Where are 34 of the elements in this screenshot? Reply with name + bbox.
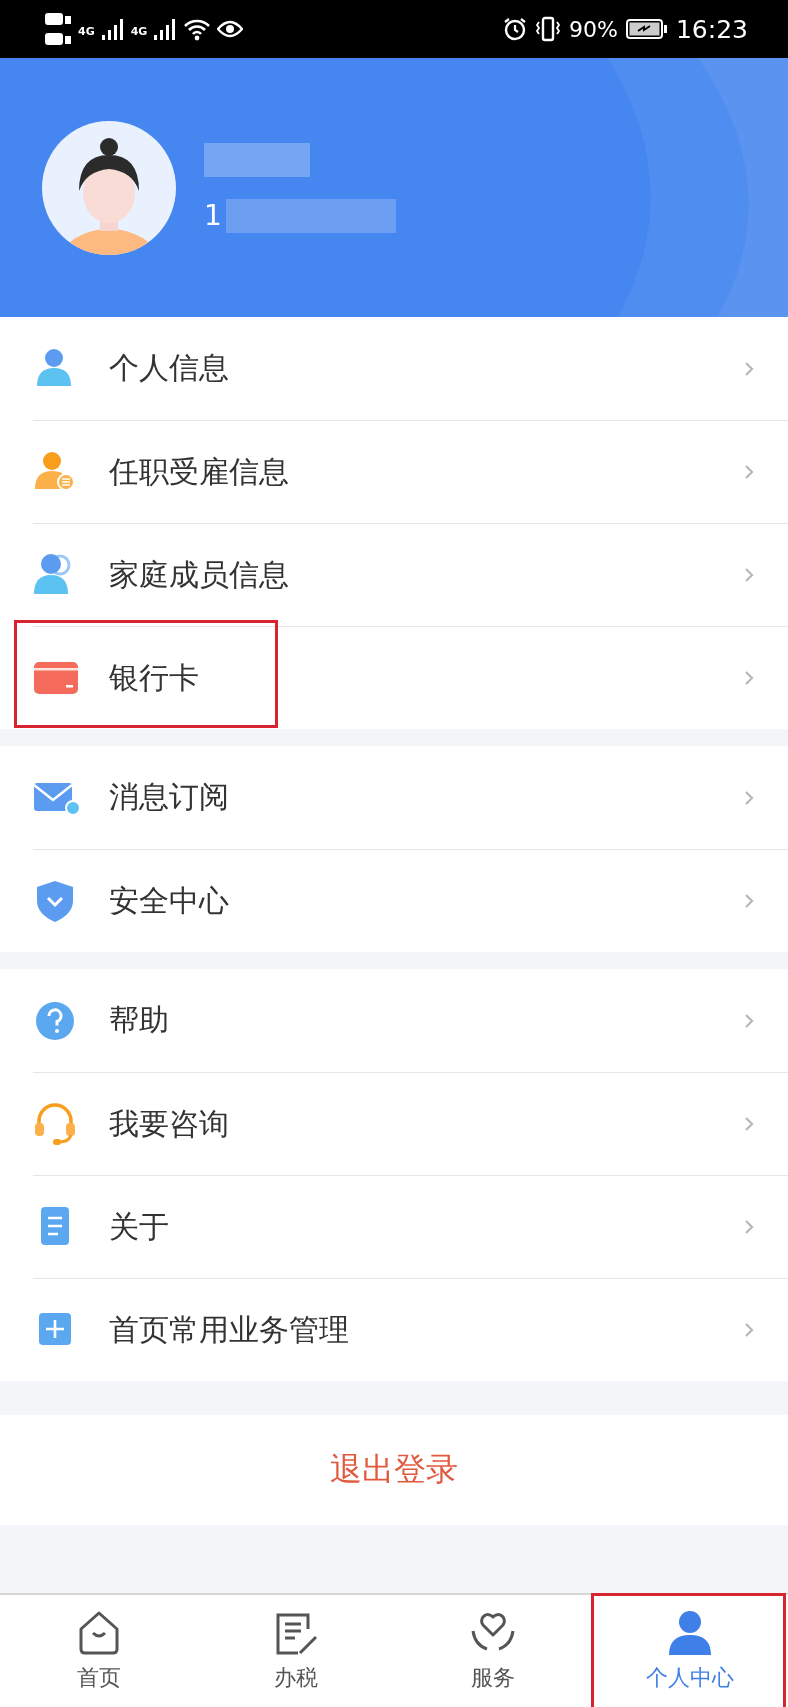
tab-label: 办税	[273, 1664, 318, 1692]
menu-item[interactable]: 任职受雇信息	[0, 420, 788, 523]
tab-label: 服务	[470, 1664, 515, 1692]
tab[interactable]: 首页	[0, 1595, 197, 1707]
menu-item-label: 安全中心	[109, 881, 230, 920]
menu-item[interactable]: 家庭成员信息	[0, 523, 788, 626]
menu-item[interactable]: 个人信息	[0, 317, 788, 420]
menu-item-label: 消息订阅	[109, 778, 230, 816]
menu-item-label: 银行卡	[109, 658, 200, 697]
menu-item-label: 个人信息	[109, 349, 230, 387]
menu-item-label: 家庭成员信息	[109, 555, 290, 594]
menu-item[interactable]: 我要咨询	[0, 1072, 788, 1175]
menu-item-label: 关于	[109, 1207, 170, 1246]
network-type-label: 4G	[130, 25, 148, 38]
phone-number: 1	[204, 199, 222, 232]
tab-label: 个人中心	[645, 1664, 734, 1692]
menu-item[interactable]: 银行卡	[0, 626, 788, 729]
menu-item[interactable]: 首页常用业务管理	[0, 1278, 788, 1381]
menu-item-label: 首页常用业务管理	[109, 1310, 350, 1349]
menu-item-label: 我要咨询	[109, 1104, 230, 1143]
tab-label: 首页	[76, 1664, 121, 1692]
network-type-label: 4G	[78, 25, 95, 38]
tab[interactable]: 办税	[197, 1595, 394, 1707]
clock-time: 16:23	[675, 14, 748, 44]
battery-percentage: 90%	[569, 16, 618, 42]
logout-button[interactable]: 退出登录	[0, 1415, 788, 1525]
menu-item[interactable]: 帮助	[0, 969, 788, 1072]
menu-item[interactable]: 安全中心	[0, 849, 788, 952]
tab[interactable]: 服务	[394, 1595, 591, 1707]
menu-item-label: 任职受雇信息	[109, 452, 290, 491]
menu-item[interactable]: 消息订阅	[0, 746, 788, 849]
tab[interactable]: 个人中心	[591, 1595, 788, 1707]
menu-item[interactable]: 关于	[0, 1175, 788, 1278]
menu-item-label: 帮助	[109, 1001, 170, 1039]
